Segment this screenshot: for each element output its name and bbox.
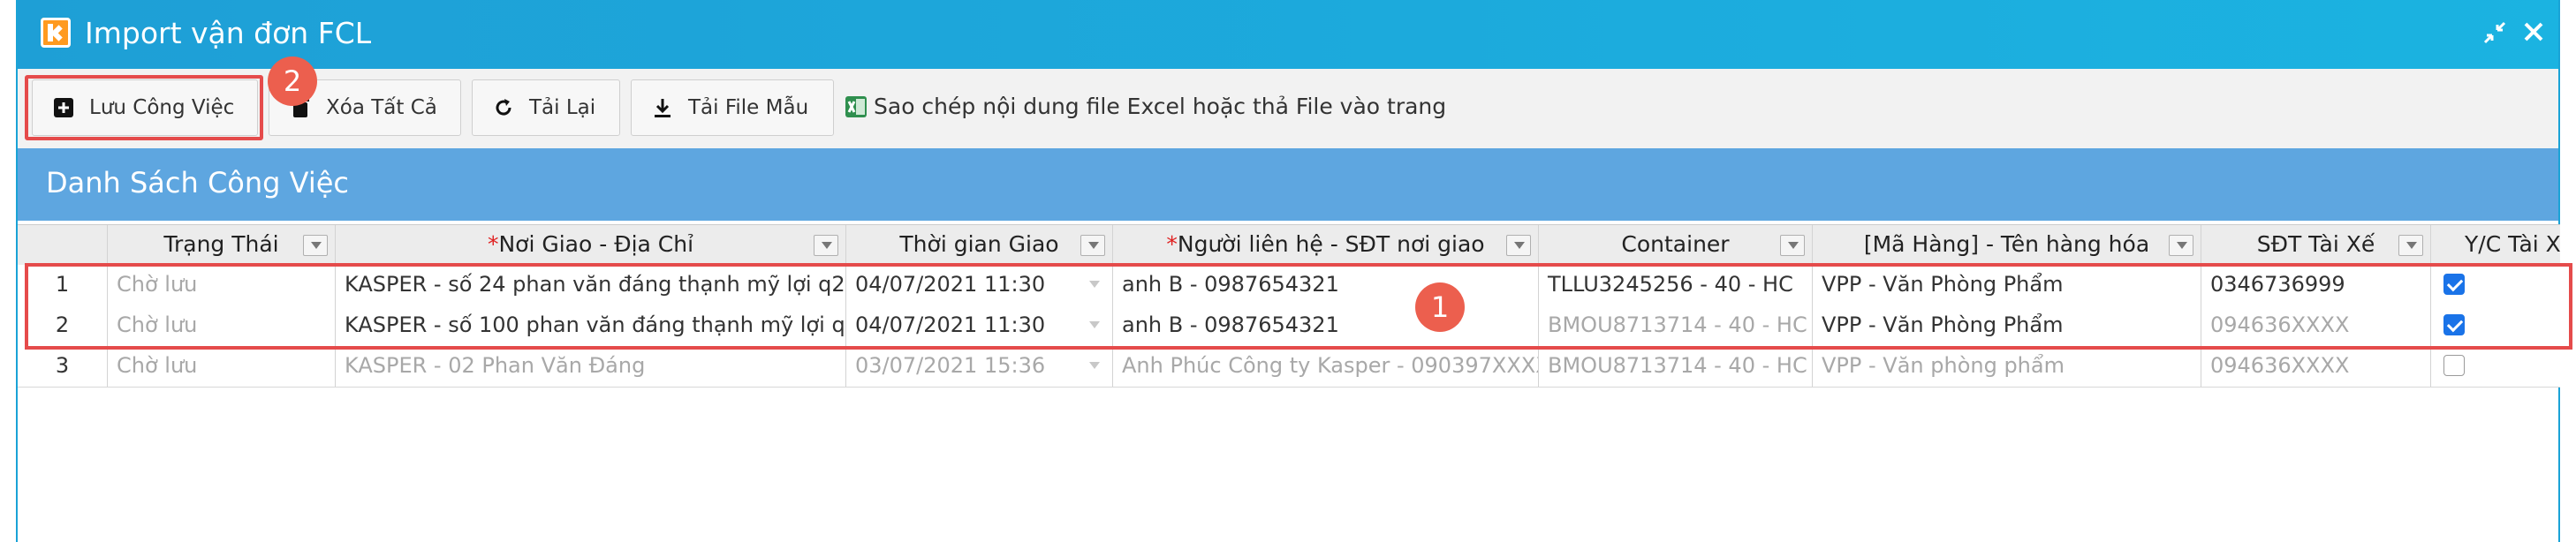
contact-cell[interactable]: Anh Phúc Công ty Kasper - 090397XXXX xyxy=(1113,346,1539,387)
excel-icon xyxy=(844,94,868,119)
address-cell[interactable]: KASPER - 02 Phan Văn Đáng xyxy=(336,346,846,387)
header-container[interactable]: Container xyxy=(1539,225,1813,266)
paste-excel-hint: Sao chép nội dung file Excel hoặc thả Fi… xyxy=(844,94,1446,119)
title-bar: Import vận đơn FCL xyxy=(18,0,2558,69)
goods-cell[interactable]: VPP - Văn phòng phẩm xyxy=(1813,346,2201,387)
filter-icon[interactable] xyxy=(1080,235,1105,256)
filter-icon[interactable] xyxy=(2398,235,2423,256)
task-list-header: Danh Sách Công Việc xyxy=(18,148,2558,221)
header-row-number xyxy=(18,225,108,266)
header-driver-phone-label: SĐT Tài Xế xyxy=(2256,231,2375,257)
table-row[interactable]: 3 Chờ lưu KASPER - 02 Phan Văn Đáng 03/0… xyxy=(18,346,2560,388)
header-status-label: Trạng Thái xyxy=(163,231,279,257)
dropdown-arrow-icon[interactable] xyxy=(1089,362,1100,369)
required-marker: * xyxy=(1166,231,1178,257)
header-contact-label: Người liên hệ - SĐT nơi giao xyxy=(1177,231,1485,257)
reload-button[interactable]: Tải Lại xyxy=(472,79,620,136)
header-driver-request[interactable]: Y/C Tài X xyxy=(2431,225,2560,266)
collapse-icon[interactable] xyxy=(2481,19,2509,48)
download-template-button[interactable]: Tải File Mẫu xyxy=(631,79,834,136)
header-address-label: Nơi Giao - Địa Chỉ xyxy=(498,231,694,257)
filter-icon[interactable] xyxy=(303,235,328,256)
download-icon xyxy=(651,96,674,119)
save-button-highlight xyxy=(25,75,263,140)
driver-request-checkbox[interactable] xyxy=(2443,355,2465,376)
toolbar: Lưu Công Việc Xóa Tất Cả Tải Lại Tải Fil… xyxy=(18,56,2558,149)
delivery-time-cell[interactable]: 03/07/2021 15:36 xyxy=(846,346,1113,387)
task-list-title: Danh Sách Công Việc xyxy=(46,166,349,199)
download-template-label: Tải File Mẫu xyxy=(688,96,809,119)
header-status[interactable]: Trạng Thái xyxy=(108,225,336,266)
header-delivery-time[interactable]: Thời gian Giao xyxy=(846,225,1113,266)
import-window: Import vận đơn FCL Lưu Công Việc Xóa Tất… xyxy=(16,0,2572,542)
header-goods-label: [Mã Hàng] - Tên hàng hóa xyxy=(1863,231,2150,257)
header-goods[interactable]: [Mã Hàng] - Tên hàng hóa xyxy=(1813,225,2201,266)
header-container-label: Container xyxy=(1621,231,1730,257)
refresh-icon xyxy=(492,96,515,119)
delete-all-label: Xóa Tất Cả xyxy=(326,96,437,119)
header-driver-phone[interactable]: SĐT Tài Xế xyxy=(2201,225,2431,266)
annotation-badge-2: 2 xyxy=(268,56,317,106)
filter-icon[interactable] xyxy=(2169,235,2193,256)
required-marker: * xyxy=(487,231,499,257)
grid-header-row: Trạng Thái *Nơi Giao - Địa Chỉ Thời gian… xyxy=(18,224,2560,267)
status-cell: Chờ lưu xyxy=(108,346,336,387)
header-driver-request-label: Y/C Tài X xyxy=(2465,231,2560,257)
rows-highlight xyxy=(25,263,2572,350)
filter-icon[interactable] xyxy=(814,235,838,256)
filter-icon[interactable] xyxy=(1506,235,1531,256)
driver-request-cell xyxy=(2431,346,2560,387)
delivery-time-value: 03/07/2021 15:36 xyxy=(855,353,1046,378)
app-logo-icon xyxy=(41,18,71,48)
driver-phone-cell[interactable]: 094636XXXX xyxy=(2201,346,2431,387)
close-icon[interactable] xyxy=(2519,19,2548,48)
filter-icon[interactable] xyxy=(1780,235,1805,256)
window-title: Import vận đơn FCL xyxy=(85,16,372,50)
reload-label: Tải Lại xyxy=(529,96,596,119)
header-delivery-time-label: Thời gian Giao xyxy=(899,231,1059,257)
container-cell[interactable]: BMOU8713714 - 40 - HC xyxy=(1539,346,1813,387)
header-address[interactable]: *Nơi Giao - Địa Chỉ xyxy=(336,225,846,266)
row-number: 3 xyxy=(18,346,108,387)
annotation-badge-1: 1 xyxy=(1415,282,1465,332)
paste-excel-text: Sao chép nội dung file Excel hoặc thả Fi… xyxy=(874,94,1447,119)
header-contact[interactable]: *Người liên hệ - SĐT nơi giao xyxy=(1113,225,1539,266)
